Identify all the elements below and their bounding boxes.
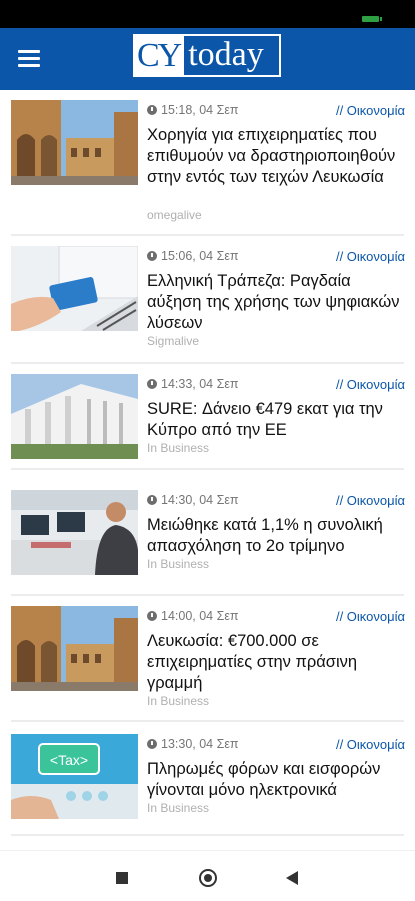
divider (11, 594, 404, 596)
article-thumbnail (11, 490, 138, 575)
divider (11, 362, 404, 364)
divider (11, 234, 404, 236)
divider (11, 834, 404, 836)
article-source: In Business (147, 441, 210, 455)
divider (11, 468, 404, 470)
article-title[interactable]: Πληρωμές φόρων και εισφορών γίνονται μόν… (147, 759, 405, 801)
article-time: 14:00, 04 Σεπ (161, 609, 239, 623)
back-icon[interactable] (286, 871, 298, 885)
cytoday-logo[interactable]: CY today (133, 34, 281, 77)
article-meta: 15:18, 04 Σεπ // Οικονομία (147, 103, 405, 121)
article-category[interactable]: // Οικονομία (336, 103, 405, 118)
article-meta: 13:30, 04 Σεπ // Οικονομία (147, 737, 405, 755)
article-thumbnail (11, 606, 138, 691)
article-source: In Business (147, 557, 210, 571)
article-thumbnail: <Tax> (11, 734, 138, 819)
article-title[interactable]: Χορηγία για επιχειρηματίες που επιθυμούν… (147, 125, 405, 188)
article-category[interactable]: // Οικονομία (336, 493, 405, 508)
article-source: In Business (147, 801, 210, 815)
status-bar (0, 0, 415, 28)
battery-icon (362, 16, 382, 22)
article-thumbnail (11, 100, 138, 185)
article-title[interactable]: Ελληνική Τράπεζα: Ραγδαία αύξηση της χρή… (147, 271, 405, 334)
article-source: Sigmalive (147, 334, 200, 348)
article-source: In Business (147, 694, 210, 708)
article-category[interactable]: // Οικονομία (336, 377, 405, 392)
clock-icon (147, 739, 157, 749)
article-title[interactable]: Μειώθηκε κατά 1,1% η συνολική απασχόληση… (147, 515, 405, 557)
article-meta: 14:33, 04 Σεπ // Οικονομία (147, 377, 405, 395)
article-time: 14:30, 04 Σεπ (161, 493, 239, 507)
article-thumbnail (11, 246, 138, 331)
logo-cy-text: CY (135, 36, 185, 75)
home-icon[interactable] (199, 869, 217, 887)
divider (11, 720, 404, 722)
clock-icon (147, 105, 157, 115)
article-time: 15:06, 04 Σεπ (161, 249, 239, 263)
article-category[interactable]: // Οικονομία (336, 737, 405, 752)
article-meta: 14:00, 04 Σεπ // Οικονομία (147, 609, 405, 627)
article-category[interactable]: // Οικονομία (336, 609, 405, 624)
article-meta: 15:06, 04 Σεπ // Οικονομία (147, 249, 405, 267)
logo-today-text: today (188, 36, 264, 73)
tax-label: <Tax> (50, 752, 88, 768)
article-title[interactable]: SURE: Δάνειο €479 εκατ για την Κύπρο από… (147, 399, 405, 441)
article-title[interactable]: Λευκωσία: €700.000 σε επιχειρηματίες στη… (147, 631, 405, 694)
hamburger-menu-icon[interactable] (18, 50, 40, 68)
article-meta: 14:30, 04 Σεπ // Οικονομία (147, 493, 405, 511)
clock-icon (147, 379, 157, 389)
article-time: 13:30, 04 Σεπ (161, 737, 239, 751)
system-navigation-bar (0, 850, 415, 901)
article-source: omegalive (147, 208, 202, 222)
clock-icon (147, 251, 157, 261)
article-category[interactable]: // Οικονομία (336, 249, 405, 264)
clock-icon (147, 611, 157, 621)
app-bar: CY today (0, 28, 415, 90)
clock-icon (147, 495, 157, 505)
article-time: 15:18, 04 Σεπ (161, 103, 239, 117)
recent-apps-icon[interactable] (116, 872, 128, 884)
article-thumbnail (11, 374, 138, 459)
article-time: 14:33, 04 Σεπ (161, 377, 239, 391)
